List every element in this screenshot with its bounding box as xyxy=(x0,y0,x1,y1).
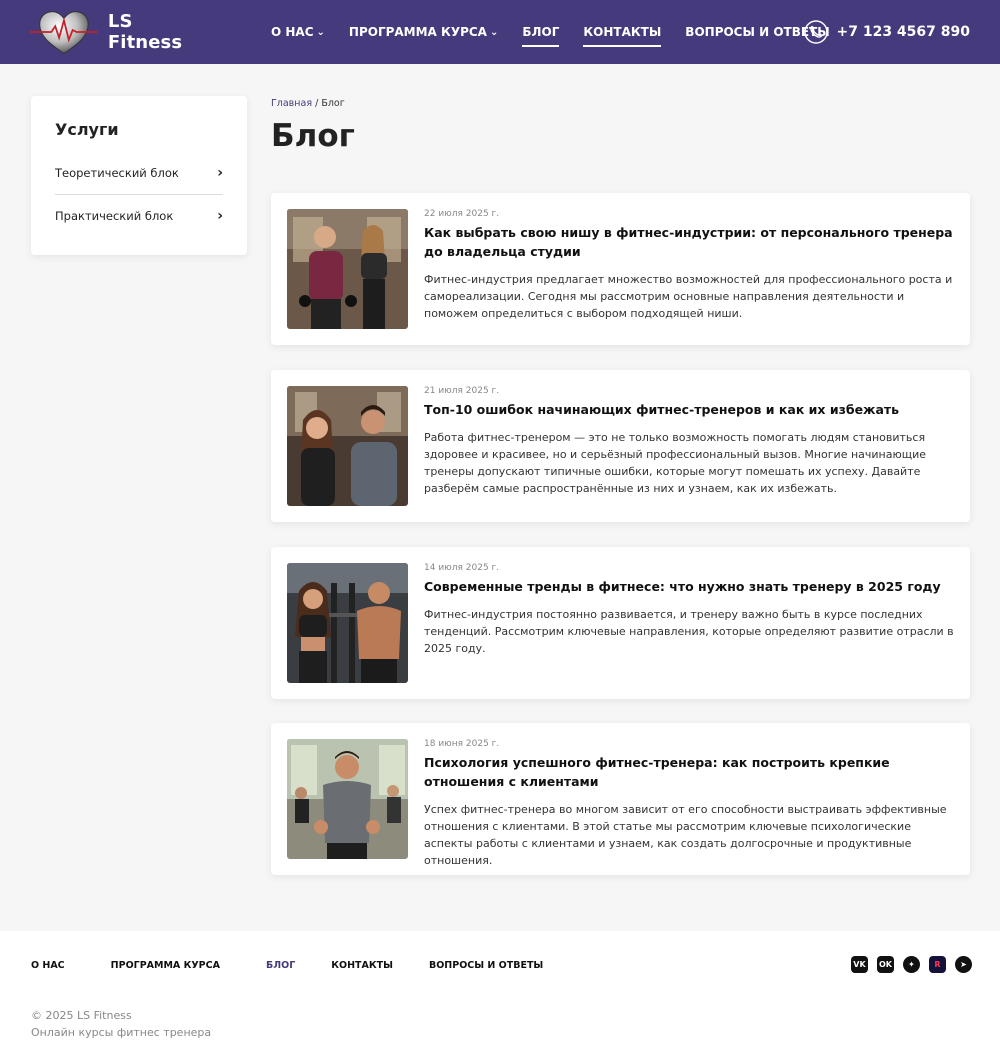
site-header: LS Fitness О НАС ⌄ ПРОГРАММА КУРСА ⌄ БЛО… xyxy=(0,0,1000,64)
sidebar-item-label: Практический блок xyxy=(55,208,174,223)
footer-tagline: Онлайн курсы фитнес тренера xyxy=(31,1026,212,1039)
post-body: 18 июня 2025 г. Психология успешного фит… xyxy=(424,739,954,869)
nav-item-label: ПРОГРАММА КУРСА xyxy=(348,25,487,39)
blog-post-card[interactable]: 18 июня 2025 г. Психология успешного фит… xyxy=(271,723,970,875)
nav-item-blog[interactable]: БЛОГ xyxy=(522,0,559,64)
post-excerpt: Успех фитнес-тренера во многом зависит о… xyxy=(424,803,947,867)
logo-text: LS Fitness xyxy=(107,11,183,53)
nav-item-label: О НАС xyxy=(271,25,314,39)
rutube-icon[interactable]: R xyxy=(929,956,946,973)
logo[interactable]: LS Fitness xyxy=(30,6,210,58)
breadcrumb: Главная / Блог xyxy=(271,98,345,109)
nav-item-label: БЛОГ xyxy=(522,25,560,39)
site-footer: О НАС ПРОГРАММА КУРСА БЛОГ КОНТАКТЫ ВОПР… xyxy=(0,931,1000,1059)
footer-link-blog[interactable]: БЛОГ xyxy=(266,960,295,971)
social-links: VK OK ✦ R ➤ xyxy=(842,956,972,973)
chevron-down-icon: ⌄ xyxy=(489,26,499,38)
post-title-link[interactable]: Современные тренды в фитнесе: что нужно … xyxy=(424,577,954,596)
post-thumbnail[interactable] xyxy=(287,386,408,506)
sidebar-item-practice[interactable]: Практический блок › xyxy=(55,195,223,232)
sidebar-item-theory[interactable]: Теоретический блок › xyxy=(55,161,223,195)
chevron-right-icon: › xyxy=(217,164,223,181)
nav-item-program[interactable]: ПРОГРАММА КУРСА ⌄ xyxy=(349,0,498,64)
post-excerpt: Фитнес-индустрия предлагает множество во… xyxy=(424,273,953,320)
sidebar-item-label: Теоретический блок xyxy=(55,165,179,180)
footer-link-faq[interactable]: ВОПРОСЫ И ОТВЕТЫ xyxy=(429,960,543,971)
nav-item-about[interactable]: О НАС ⌄ xyxy=(271,0,325,64)
smiling-trainers-image xyxy=(287,386,408,506)
main-nav: О НАС ⌄ ПРОГРАММА КУРСА ⌄ БЛОГ КОНТАКТЫ … xyxy=(271,0,854,64)
post-title-link[interactable]: Психология успешного фитнес-тренера: как… xyxy=(424,753,954,791)
post-title-link[interactable]: Топ-10 ошибок начинающих фитнес-тренеров… xyxy=(424,400,954,419)
page-title: Блог xyxy=(271,118,355,154)
telegram-icon[interactable]: ➤ xyxy=(955,956,972,973)
phone-link[interactable]: +7 123 4567 890 xyxy=(804,0,970,64)
blog-post-card[interactable]: 21 июля 2025 г. Топ-10 ошибок начинающих… xyxy=(271,370,970,522)
post-body: 14 июля 2025 г. Современные тренды в фит… xyxy=(424,563,954,657)
post-date: 21 июля 2025 г. xyxy=(424,386,500,396)
footer-copyright: © 2025 LS Fitness Онлайн курсы фитнес тр… xyxy=(31,1007,211,1041)
fitness-couple-image xyxy=(287,209,408,329)
post-thumbnail[interactable] xyxy=(287,739,408,859)
post-date: 18 июня 2025 г. xyxy=(424,739,500,749)
footer-link-program[interactable]: ПРОГРАММА КУРСА xyxy=(111,960,220,971)
heart-pulse-logo-icon xyxy=(30,11,98,54)
gym-trainers-image xyxy=(287,563,408,683)
post-thumbnail[interactable] xyxy=(287,209,408,329)
footer-link-contacts[interactable]: КОНТАКТЫ xyxy=(331,960,393,971)
chevron-down-icon: ⌄ xyxy=(316,26,325,38)
vk-icon[interactable]: VK xyxy=(851,956,868,973)
post-body: 21 июля 2025 г. Топ-10 ошибок начинающих… xyxy=(424,386,954,497)
post-excerpt: Фитнес-индустрия постоянно развивается, … xyxy=(424,608,954,655)
post-title-link[interactable]: Как выбрать свою нишу в фитнес-индустрии… xyxy=(424,223,954,261)
post-thumbnail[interactable] xyxy=(287,563,408,683)
services-sidebar: Услуги Теоретический блок › Практический… xyxy=(31,96,247,255)
chevron-right-icon: › xyxy=(217,207,223,224)
phone-icon xyxy=(804,20,829,44)
footer-link-about[interactable]: О НАС xyxy=(31,960,65,971)
blog-post-card[interactable]: 22 июля 2025 г. Как выбрать свою нишу в … xyxy=(271,193,970,345)
post-date: 14 июля 2025 г. xyxy=(424,563,500,573)
breadcrumb-current: Блог xyxy=(321,98,345,109)
post-date: 22 июля 2025 г. xyxy=(424,209,500,219)
phone-number: +7 123 4567 890 xyxy=(836,24,970,40)
blog-post-card[interactable]: 14 июля 2025 г. Современные тренды в фит… xyxy=(271,547,970,699)
breadcrumb-separator: / xyxy=(315,98,319,109)
dzen-icon[interactable]: ✦ xyxy=(903,956,920,973)
nav-item-label: КОНТАКТЫ xyxy=(583,25,662,39)
breadcrumb-home-link[interactable]: Главная xyxy=(271,98,312,109)
copyright-text: © 2025 LS Fitness xyxy=(31,1009,132,1022)
odnoklassniki-icon[interactable]: OK xyxy=(877,956,894,973)
post-body: 22 июля 2025 г. Как выбрать свою нишу в … xyxy=(424,209,954,322)
trainer-with-clients-image xyxy=(287,739,408,859)
sidebar-title: Услуги xyxy=(55,120,119,139)
nav-item-contacts[interactable]: КОНТАКТЫ xyxy=(583,0,661,64)
post-excerpt: Работа фитнес-тренером — это не только в… xyxy=(424,431,927,495)
footer-nav: О НАС ПРОГРАММА КУРСА БЛОГ КОНТАКТЫ ВОПР… xyxy=(31,960,543,971)
